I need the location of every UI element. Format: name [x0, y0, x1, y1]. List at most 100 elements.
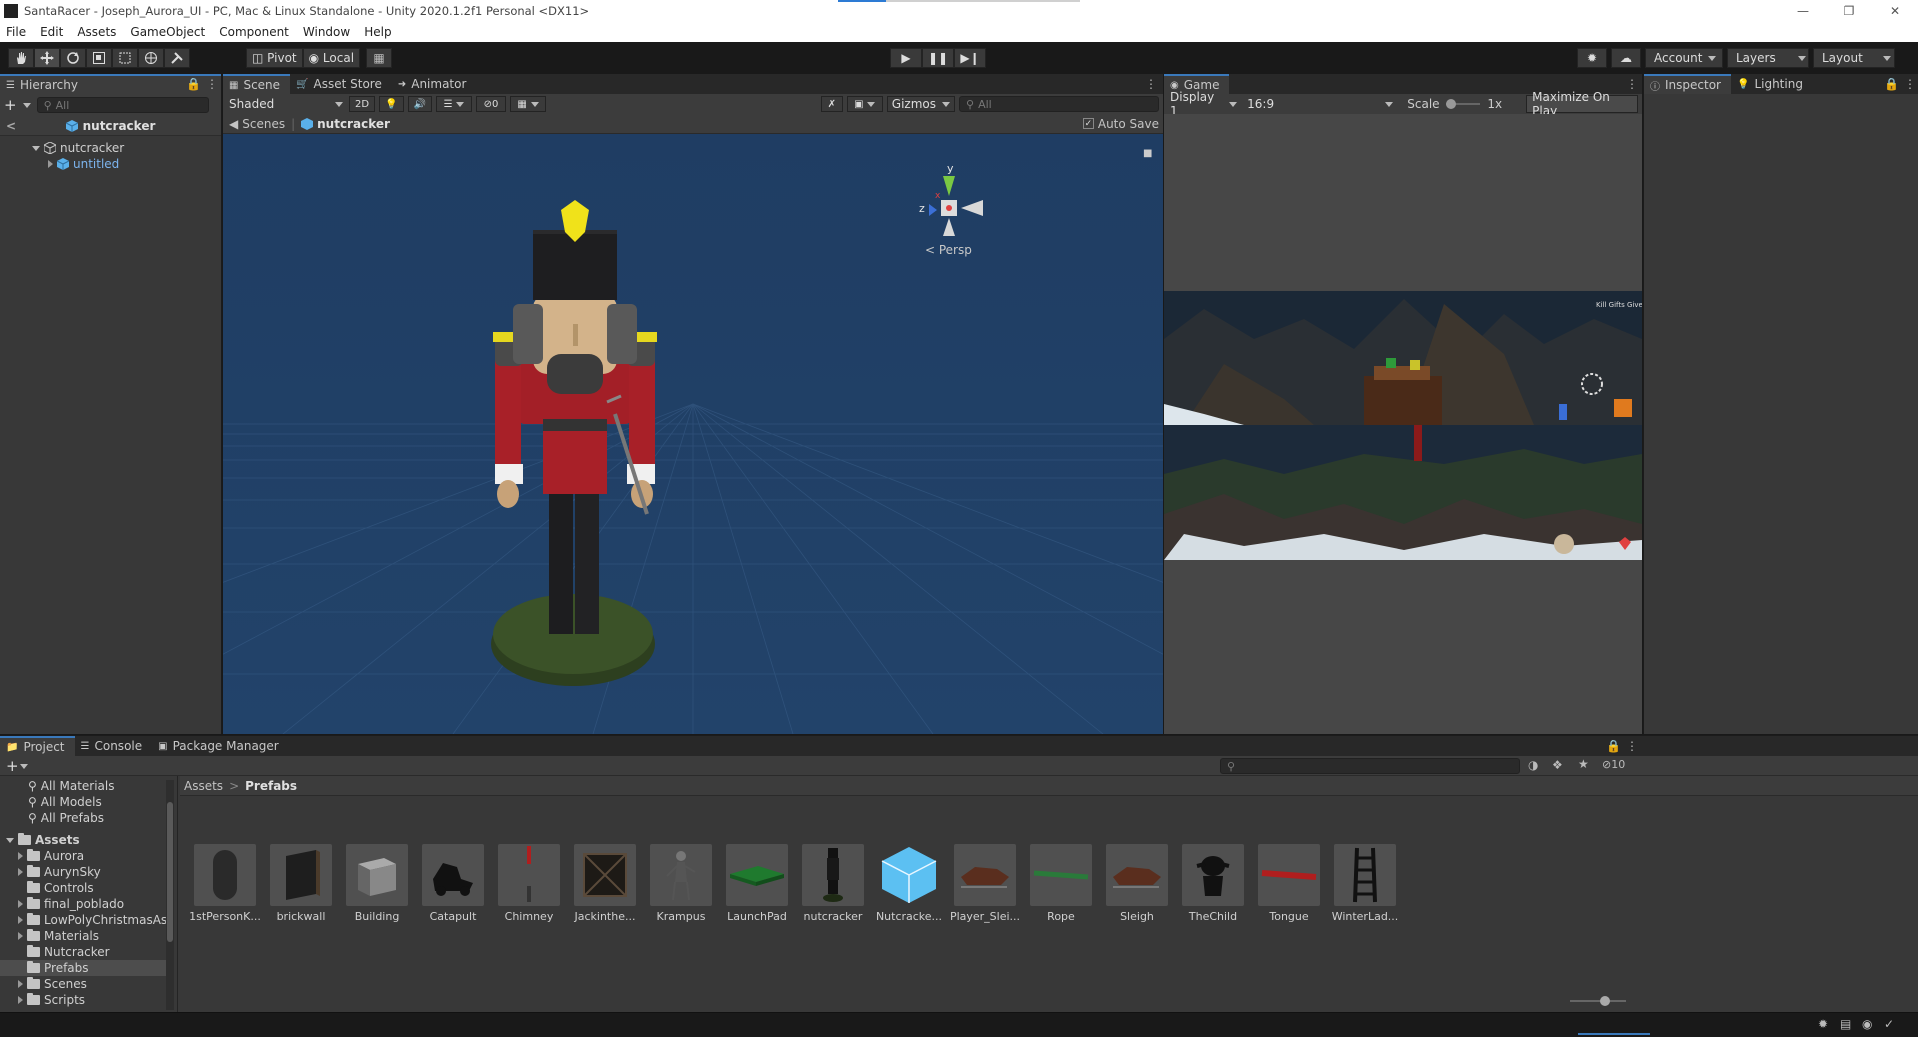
path-segment[interactable]: Prefabs — [245, 779, 297, 793]
asset-nutcracker[interactable]: nutcracker — [798, 844, 868, 924]
expand-arrow-icon[interactable] — [18, 900, 23, 908]
hierarchy-item-nutcracker[interactable]: nutcracker — [32, 140, 124, 156]
lock-icon[interactable]: 🔒 — [186, 77, 201, 91]
rotate-tool-button[interactable] — [60, 48, 86, 68]
menu-component[interactable]: Component — [219, 25, 289, 39]
check-circle-icon[interactable]: ✓ — [1884, 1017, 1894, 1031]
menu-edit[interactable]: Edit — [40, 25, 63, 39]
menu-window[interactable]: Window — [303, 25, 350, 39]
step-button[interactable]: ▶❙ — [954, 48, 986, 68]
asset-catapult[interactable]: Catapult — [418, 844, 488, 924]
hand-tool-button[interactable] — [8, 48, 34, 68]
kebab-menu-icon[interactable]: ⋮ — [1626, 77, 1638, 91]
grid-snap-button[interactable]: ▦ — [366, 48, 393, 68]
auto-generate-lighting-icon[interactable]: ✹ — [1818, 1017, 1828, 1031]
folder-materials[interactable]: Materials — [0, 928, 168, 944]
thumbnail-size-slider[interactable] — [1570, 996, 1626, 1006]
add-icon[interactable]: + — [4, 96, 17, 114]
maximize-on-play-toggle[interactable]: Maximize On Play — [1526, 90, 1638, 118]
scale-slider-thumb[interactable] — [1445, 99, 1456, 109]
collab-button[interactable]: ✹ — [1577, 48, 1607, 68]
layers-dropdown[interactable]: Layers — [1727, 48, 1809, 68]
scale-slider[interactable] — [1445, 99, 1480, 109]
kebab-menu-icon[interactable]: ⋮ — [1145, 77, 1157, 91]
expand-arrow-icon[interactable] — [18, 932, 23, 940]
game-render[interactable]: Kill Gifts Given — [1164, 114, 1647, 734]
expand-arrow-icon[interactable] — [6, 837, 14, 843]
move-tool-button[interactable] — [34, 48, 60, 68]
hidden-packages-toggle[interactable]: ⊘10 — [1602, 758, 1625, 771]
tab-asset-store[interactable]: 🛒 Asset Store — [290, 74, 392, 94]
account-dropdown[interactable]: Account — [1645, 48, 1723, 68]
tab-lighting[interactable]: 💡 Lighting — [1731, 74, 1813, 94]
2d-toggle[interactable]: 2D — [349, 96, 376, 112]
folder-tree-scrollbar[interactable] — [166, 780, 174, 1010]
chevron-down-icon[interactable] — [22, 102, 31, 108]
shading-mode-dropdown[interactable]: Shaded — [227, 96, 345, 112]
folder-scenes[interactable]: Scenes — [0, 976, 168, 992]
play-button[interactable]: ▶ — [890, 48, 922, 68]
pause-button[interactable]: ❚❚ — [922, 48, 954, 68]
aspect-dropdown[interactable]: 16:9 — [1245, 96, 1396, 112]
folder-lowpolychristmas[interactable]: LowPolyChristmasAs — [0, 912, 168, 928]
scene-viewport[interactable]: y z x < Persp ■ — [223, 134, 1163, 734]
scenes-crumb[interactable]: ◀ Scenes — [229, 117, 285, 131]
asset-brickwall[interactable]: brickwall — [266, 844, 336, 924]
lock-icon[interactable]: 🔒 — [1606, 739, 1621, 753]
favorite-all-models[interactable]: ⚲ All Models — [0, 794, 168, 810]
display-dropdown[interactable]: Display 1 — [1168, 90, 1240, 118]
asset-chimney[interactable]: Chimney — [494, 844, 564, 924]
gizmos-dropdown[interactable]: Gizmos — [886, 96, 955, 112]
favorite-all-materials[interactable]: ⚲ All Materials — [0, 778, 168, 794]
grid-dropdown[interactable]: ▦ — [509, 96, 546, 112]
asset-winterladder[interactable]: WinterLad... — [1330, 844, 1400, 924]
menu-help[interactable]: Help — [364, 25, 391, 39]
projection-label[interactable]: < Persp — [925, 243, 972, 257]
expand-arrow-icon[interactable] — [18, 996, 23, 1004]
autosave-toggle[interactable]: ✓ Auto Save — [1082, 117, 1159, 131]
project-search-input[interactable]: ⚲ — [1220, 758, 1520, 774]
asset-rope[interactable]: Rope — [1026, 844, 1096, 924]
filter-label-icon[interactable]: ❖ — [1552, 758, 1563, 772]
expand-arrow-icon[interactable] — [18, 916, 23, 924]
expand-arrow-icon[interactable] — [18, 852, 23, 860]
folder-controls[interactable]: Controls — [0, 880, 168, 896]
tab-animator[interactable]: ➜ Animator — [392, 74, 477, 94]
rect-tool-button[interactable] — [112, 48, 138, 68]
asset-1stpersonk[interactable]: 1stPersonK... — [189, 844, 261, 924]
asset-tongue[interactable]: Tongue — [1254, 844, 1324, 924]
camera-dropdown[interactable]: ▣ — [846, 96, 883, 112]
lock-icon[interactable]: 🔒 — [1884, 77, 1899, 91]
hierarchy-item-untitled[interactable]: untitled — [48, 156, 119, 172]
close-button[interactable]: ✕ — [1872, 0, 1918, 22]
pivot-toggle[interactable]: ◫ Pivot — [246, 48, 303, 68]
back-arrow-icon[interactable]: < — [6, 119, 16, 133]
asset-sleigh[interactable]: Sleigh — [1102, 844, 1172, 924]
asset-launchpad[interactable]: LaunchPad — [722, 844, 792, 924]
audio-toggle[interactable]: 🔊 — [407, 96, 432, 112]
restore-button[interactable]: ❐ — [1826, 0, 1872, 22]
favorite-star-icon[interactable]: ★ — [1578, 757, 1589, 771]
cache-server-icon[interactable]: ▤ — [1840, 1017, 1851, 1031]
path-segment[interactable]: Assets — [184, 779, 223, 793]
folder-scripts[interactable]: Scripts — [0, 992, 168, 1008]
folder-prefabs[interactable]: Prefabs — [0, 960, 168, 976]
game-view[interactable]: Kill Gifts Given — [1164, 114, 1647, 734]
add-icon[interactable]: + — [6, 757, 19, 775]
local-toggle[interactable]: ◉ Local — [302, 48, 361, 68]
chevron-down-icon[interactable] — [20, 764, 28, 769]
asset-building[interactable]: Building — [342, 844, 412, 924]
scale-tool-button[interactable] — [86, 48, 112, 68]
tab-project[interactable]: 📁 Project — [0, 736, 75, 756]
thumbnail-size-thumb[interactable] — [1600, 996, 1610, 1006]
minimize-button[interactable]: — — [1780, 0, 1826, 22]
tab-inspector[interactable]: ⓘ Inspector — [1644, 74, 1731, 94]
favorite-all-prefabs[interactable]: ⚲ All Prefabs — [0, 810, 168, 826]
checkbox-checked-icon[interactable]: ✓ — [1082, 118, 1094, 129]
filter-type-icon[interactable]: ◑ — [1528, 758, 1538, 772]
scene-search-input[interactable]: ⚲ All — [959, 96, 1159, 112]
custom-tool-button[interactable] — [164, 48, 190, 68]
folder-aurynsky[interactable]: AurynSky — [0, 864, 168, 880]
scene-render[interactable]: y z x < Persp ■ — [223, 134, 1163, 734]
kebab-menu-icon[interactable]: ⋮ — [206, 77, 218, 91]
